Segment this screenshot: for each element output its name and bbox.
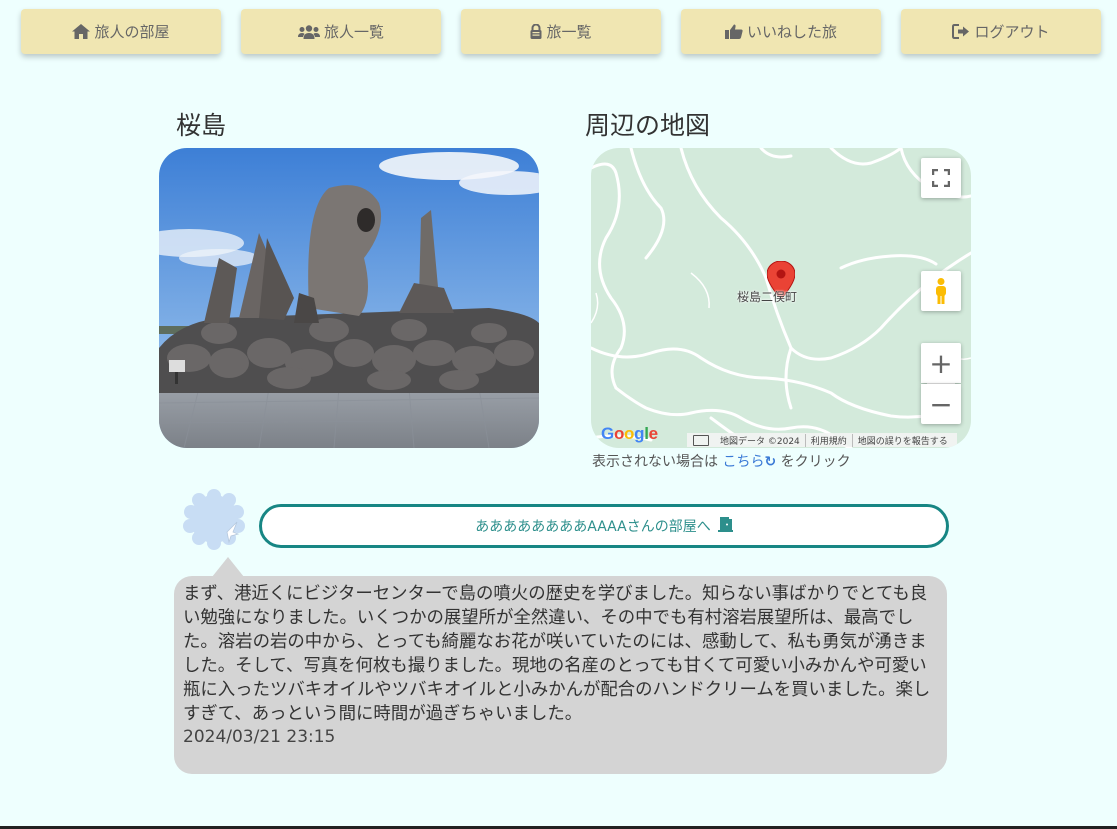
nav-travelers-room-button[interactable]: 旅人の部屋 (21, 9, 221, 54)
terms-link[interactable]: 利用規約 (806, 433, 853, 447)
nav-label: いいねした旅 (746, 23, 837, 41)
post-body: まず、港近くにビジターセンターで島の噴火の歴史を学びました。知らない事ばかりでと… (183, 584, 931, 724)
fullscreen-button[interactable] (921, 158, 961, 198)
post-datetime: 2024/03/21 23:15 (183, 727, 336, 747)
door-icon (717, 516, 733, 536)
nav-label: 旅人一覧 (323, 23, 384, 41)
google-logo: Google (601, 424, 658, 443)
area-map[interactable]: 桜島二俣町 + − Google 地図データ ©2024 利用規約 地図の誤りを… (591, 148, 971, 448)
post-title: 桜島 (176, 111, 227, 140)
nav-logout-button[interactable]: ログアウト (901, 9, 1101, 54)
nav-label: 旅一覧 (546, 23, 592, 41)
user-avatar[interactable] (183, 488, 245, 554)
report-error-link[interactable]: 地図の誤りを報告する (853, 434, 953, 447)
nav-travelers-list-button[interactable]: 旅人一覧 (241, 9, 441, 54)
top-nav: 旅人の部屋 旅人一覧 旅一覧 いいねした旅 ログアウト (21, 9, 1101, 54)
nav-liked-trips-button[interactable]: いいねした旅 (681, 9, 881, 54)
post-comment-bubble: まず、港近くにビジターセンターで島の噴火の歴史を学びました。知らない事ばかりでと… (174, 576, 947, 774)
user-room-link-button[interactable]: ああああああああAAAAさんの部屋へ (259, 504, 949, 548)
map-place-label: 桜島二俣町 (737, 290, 798, 304)
home-icon (72, 24, 91, 40)
map-fallback-link[interactable]: こちら↻ (722, 454, 776, 470)
refresh-icon: ↻ (764, 454, 777, 470)
pegman-icon (936, 278, 946, 304)
bubble-tail (212, 557, 244, 577)
map-fallback-note: 表示されない場合は こちら↻ をクリック (592, 454, 851, 470)
map-title: 周辺の地図 (585, 111, 711, 140)
zoom-in-button[interactable]: + (921, 343, 961, 383)
map-data-credit: 地図データ ©2024 (715, 433, 806, 447)
zoom-out-button[interactable]: − (921, 384, 961, 424)
lock-icon (530, 24, 542, 40)
thumbs-up-icon (724, 24, 743, 40)
fullscreen-icon (932, 169, 950, 187)
nav-label: ログアウト (974, 23, 1050, 41)
keyboard-shortcuts-icon[interactable] (693, 434, 709, 446)
logout-icon (952, 24, 970, 40)
users-icon (297, 24, 320, 40)
street-view-pegman-button[interactable] (921, 271, 961, 311)
map-attribution: 地図データ ©2024 利用規約 地図の誤りを報告する (687, 433, 957, 447)
plus-icon: + (929, 346, 953, 380)
user-room-link-label: ああああああああAAAAさんの部屋へ (475, 519, 711, 535)
minus-icon: − (929, 387, 953, 421)
post-photo (159, 148, 539, 448)
nav-trips-list-button[interactable]: 旅一覧 (461, 9, 661, 54)
nav-label: 旅人の部屋 (94, 23, 170, 41)
